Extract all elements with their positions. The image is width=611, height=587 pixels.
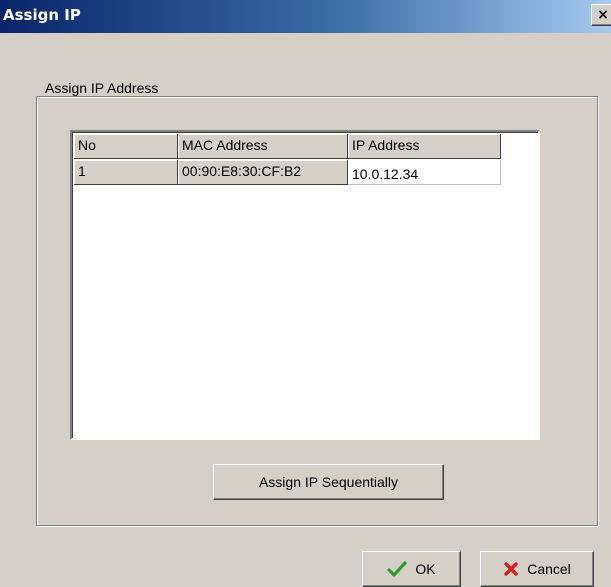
checkmark-icon xyxy=(387,561,407,577)
title-bar: Assign IP × xyxy=(0,0,611,33)
close-button[interactable]: × xyxy=(591,4,611,26)
grid-header-row: No MAC Address IP Address xyxy=(74,134,501,159)
table-row[interactable]: 1 00:90:E8:30:CF:B2 xyxy=(74,160,501,185)
cell-mac-address: 00:90:E8:30:CF:B2 xyxy=(178,160,348,185)
device-grid[interactable]: No MAC Address IP Address 1 00:90:E8:30:… xyxy=(70,130,540,440)
ip-address-input[interactable] xyxy=(348,160,501,185)
cancel-button[interactable]: Cancel xyxy=(480,551,594,587)
window-title: Assign IP xyxy=(3,6,81,24)
column-header-ip[interactable]: IP Address xyxy=(348,134,501,159)
ok-label: OK xyxy=(415,561,436,577)
assign-ip-sequentially-label: Assign IP Sequentially xyxy=(258,474,399,490)
groupbox-legend: Assign IP Address xyxy=(42,80,162,96)
column-header-mac[interactable]: MAC Address xyxy=(178,134,348,159)
column-header-no[interactable]: No xyxy=(74,134,178,159)
close-icon: × xyxy=(597,7,609,23)
cell-no: 1 xyxy=(74,160,178,185)
red-x-icon xyxy=(503,561,519,577)
ok-button[interactable]: OK xyxy=(362,551,461,587)
cancel-label: Cancel xyxy=(527,561,571,577)
assign-ip-sequentially-button[interactable]: Assign IP Sequentially xyxy=(213,464,444,500)
